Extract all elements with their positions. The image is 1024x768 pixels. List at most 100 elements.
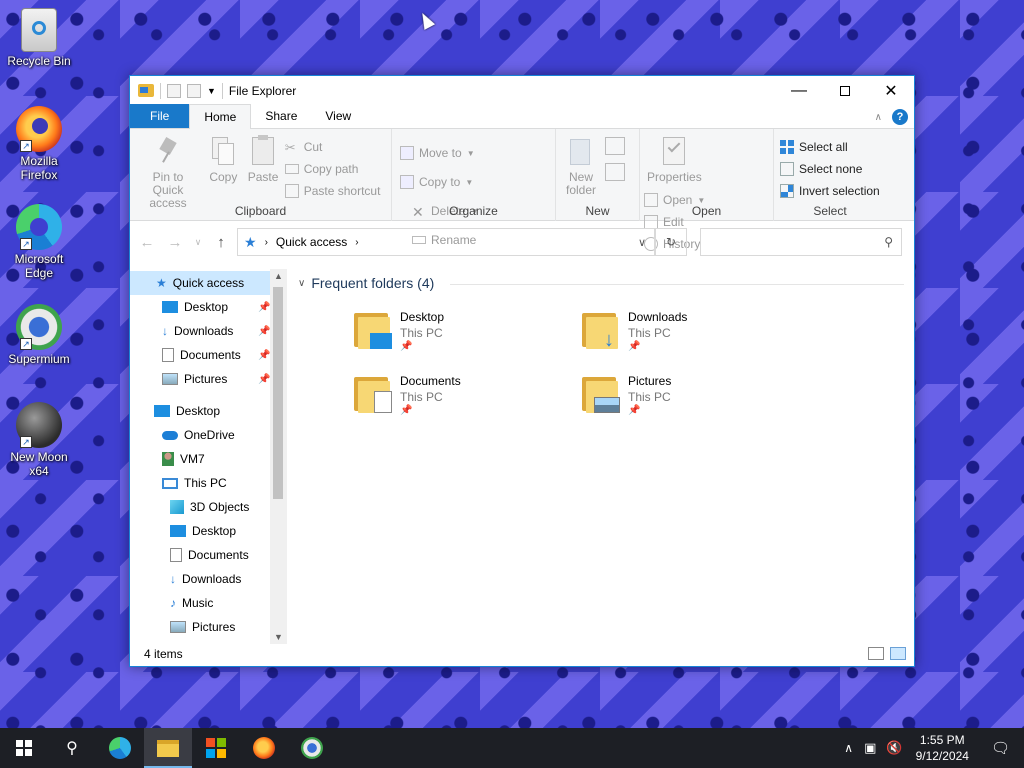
star-icon: ★: [156, 276, 167, 290]
properties-button[interactable]: Properties: [644, 133, 705, 186]
scroll-up-icon[interactable]: ▲: [270, 271, 287, 281]
nav-pinned-downloads[interactable]: ↓ Downloads 📌: [162, 319, 287, 343]
nav-pc-downloads[interactable]: ↓ Downloads: [170, 567, 241, 591]
desktop-icon: [154, 405, 170, 417]
taskbar-store[interactable]: [192, 728, 240, 768]
address-bar[interactable]: ★ › Quick access › ∨: [237, 228, 655, 256]
file-explorer-icon: [138, 84, 154, 97]
paste-icon: [248, 135, 278, 167]
folder-icon: [580, 373, 620, 413]
navigation-scrollbar[interactable]: ▲ ▼: [270, 269, 287, 644]
new-folder-mini-icon[interactable]: [187, 83, 201, 98]
cloud-icon: [162, 430, 178, 440]
desktop-icon-firefox[interactable]: ↗ Mozilla Firefox: [4, 106, 74, 182]
folder-tile-documents[interactable]: Documents This PC 📌: [352, 373, 461, 416]
open-group: Properties Open ▼ Edit History Open: [640, 129, 774, 251]
help-button[interactable]: ?: [892, 109, 908, 125]
address-dropdown-icon[interactable]: ∨: [638, 236, 646, 249]
nav-pc-pictures[interactable]: Pictures: [170, 615, 235, 639]
nav-this-pc[interactable]: This PC: [162, 471, 227, 495]
new-folder-button[interactable]: New folder: [560, 133, 602, 199]
desktop-icon-new-moon[interactable]: ↗ New Moon x64: [4, 402, 74, 478]
desktop-icon-supermium[interactable]: ↗ Supermium: [4, 304, 74, 366]
select-all-button[interactable]: Select all: [780, 138, 880, 156]
minimize-button[interactable]: —: [776, 76, 822, 105]
nav-pinned-documents[interactable]: Documents 📌: [162, 343, 287, 367]
nav-3d-objects[interactable]: 3D Objects: [170, 495, 249, 519]
qat-dropdown-icon[interactable]: ▼: [207, 86, 216, 96]
documents-icon: [170, 548, 182, 562]
pin-icon: 📌: [628, 341, 641, 352]
search-input[interactable]: ⚲: [700, 228, 902, 256]
clock[interactable]: 1:55 PM 9/12/2024: [908, 732, 977, 764]
pin-icon: 📌: [400, 341, 413, 352]
item-count: 4 items: [144, 647, 183, 661]
up-button[interactable]: ↑: [212, 234, 230, 251]
back-button[interactable]: ←: [138, 234, 156, 251]
taskbar-supermium[interactable]: [288, 728, 336, 768]
search-button[interactable]: ⚲: [48, 728, 96, 768]
desktop-icon: [162, 301, 178, 313]
tab-view[interactable]: View: [311, 104, 365, 128]
nav-desktop[interactable]: Desktop: [154, 399, 220, 423]
scrollbar-thumb[interactable]: [273, 287, 283, 499]
copy-to-button[interactable]: Copy to ▼: [400, 173, 475, 191]
tab-share[interactable]: Share: [251, 104, 311, 128]
supermium-icon: ↗: [16, 304, 62, 350]
scissors-icon: ✂: [284, 140, 296, 155]
taskbar-edge[interactable]: [96, 728, 144, 768]
cube-icon: [170, 500, 184, 514]
copy-path-button[interactable]: Copy path: [284, 160, 381, 178]
new-item-icon[interactable]: [605, 137, 626, 155]
start-button[interactable]: [0, 728, 48, 768]
details-view-button[interactable]: [868, 647, 884, 660]
title-bar[interactable]: ▼ File Explorer — ✕: [130, 76, 914, 105]
properties-mini-icon[interactable]: [167, 83, 181, 98]
mouse-cursor: [416, 10, 436, 30]
folder-tile-downloads[interactable]: ↓ Downloads This PC 📌: [580, 309, 687, 352]
desktop-icon-edge[interactable]: ↗ Microsoft Edge: [4, 204, 74, 280]
nav-quick-access[interactable]: ★ Quick access: [156, 271, 244, 295]
refresh-button[interactable]: ↻: [655, 228, 687, 256]
nav-pinned-pictures[interactable]: Pictures 📌: [162, 367, 287, 391]
taskbar-firefox[interactable]: [240, 728, 288, 768]
frequent-folders-header[interactable]: ∨ Frequent folders (4): [298, 275, 434, 291]
volume-muted-icon[interactable]: 🔇: [881, 740, 907, 756]
nav-user-folder[interactable]: VM7: [162, 447, 205, 471]
copy-button[interactable]: Copy: [205, 133, 241, 186]
recent-locations-icon[interactable]: ∨: [194, 237, 202, 248]
nav-pc-documents[interactable]: Documents: [170, 543, 249, 567]
shortcut-arrow-icon: ↗: [20, 238, 32, 250]
paste-shortcut-button[interactable]: Paste shortcut: [284, 182, 380, 200]
folder-tile-pictures[interactable]: Pictures This PC 📌: [580, 373, 671, 416]
breadcrumb-quick-access[interactable]: Quick access: [276, 235, 347, 249]
notifications-icon[interactable]: 🗨: [977, 739, 1024, 757]
desktop-icon-recycle-bin[interactable]: Recycle Bin: [4, 8, 74, 68]
tab-home[interactable]: Home: [189, 104, 252, 129]
select-group: Select all Select none Invert selection …: [774, 129, 886, 221]
copy-to-icon: [400, 175, 414, 189]
large-icons-view-button[interactable]: [890, 647, 906, 660]
cut-button[interactable]: ✂ Cut: [285, 138, 381, 156]
invert-selection-button[interactable]: Invert selection: [780, 182, 880, 200]
forward-button[interactable]: →: [166, 234, 184, 251]
collapse-ribbon-icon[interactable]: ∧: [875, 112, 882, 123]
copy-icon: [208, 135, 238, 167]
tab-file[interactable]: File: [130, 104, 190, 128]
easy-access-icon[interactable]: [605, 163, 626, 181]
select-none-button[interactable]: Select none: [780, 160, 880, 178]
move-to-button[interactable]: Move to ▼: [400, 144, 475, 162]
paste-button[interactable]: Paste: [245, 133, 282, 186]
nav-pinned-desktop[interactable]: Desktop 📌: [162, 295, 287, 319]
nav-pc-music[interactable]: ♪ Music: [170, 591, 213, 615]
pin-to-quick-access-button[interactable]: Pin to Quick access: [134, 133, 202, 212]
close-button[interactable]: ✕: [868, 76, 914, 105]
folder-tile-desktop[interactable]: Desktop This PC 📌: [352, 309, 444, 352]
nav-onedrive[interactable]: OneDrive: [162, 423, 235, 447]
show-hidden-icons-icon[interactable]: ∧: [838, 741, 859, 755]
scroll-down-icon[interactable]: ▼: [270, 632, 287, 642]
nav-pc-desktop[interactable]: Desktop: [170, 519, 236, 543]
taskbar-file-explorer[interactable]: [144, 728, 192, 768]
maximize-button[interactable]: [822, 76, 868, 105]
network-icon[interactable]: ▣: [859, 740, 881, 756]
